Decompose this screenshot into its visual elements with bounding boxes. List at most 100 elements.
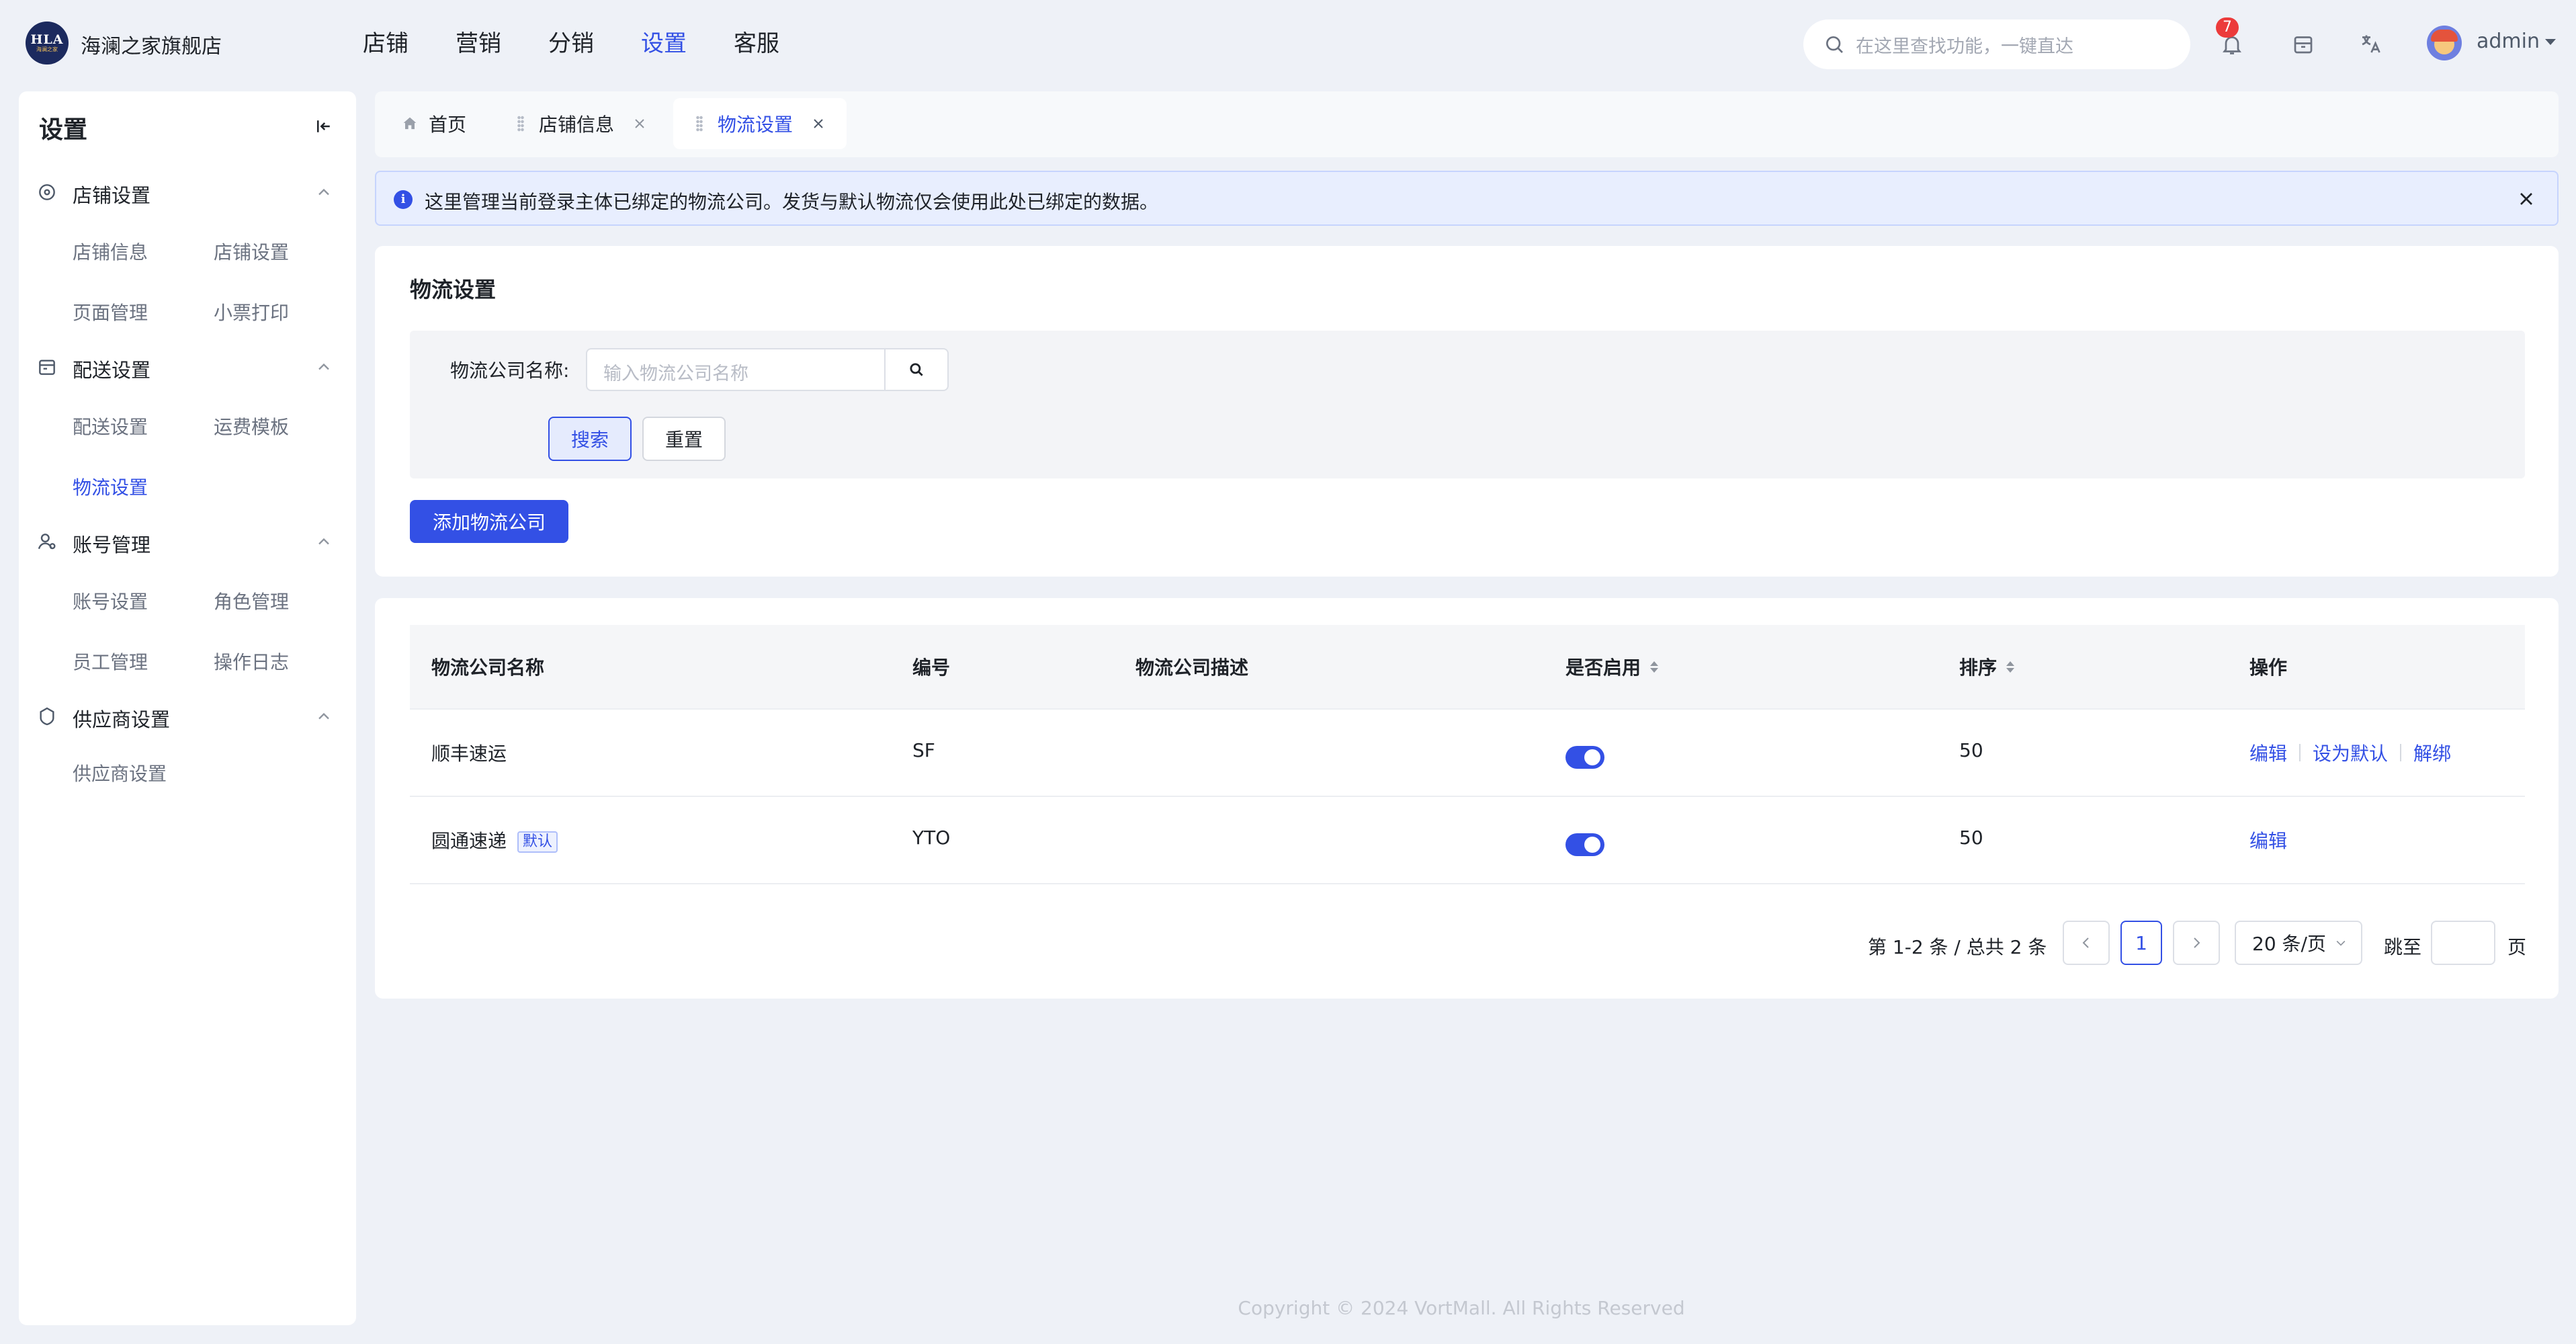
cell-code: YTO — [912, 827, 951, 849]
sidebar-item-freight-template[interactable]: 运费模板 — [214, 413, 289, 439]
chevron-down-icon — [2336, 940, 2346, 946]
filter-card: 物流设置 物流公司名称: 输入物流公司名称 搜索 重置 添加物流公司 — [375, 246, 2559, 577]
info-alert: i 这里管理当前登录主体已绑定的物流公司。发货与默认物流仅会使用此处已绑定的数据… — [375, 171, 2559, 226]
page-number-button[interactable]: 1 — [2120, 921, 2162, 965]
collapse-sidebar-icon[interactable] — [310, 113, 337, 140]
store-settings-icon — [39, 184, 55, 200]
page-size-select[interactable]: 20 条/页 — [2235, 921, 2362, 965]
user-icon — [38, 534, 56, 550]
reset-button[interactable]: 重置 — [642, 417, 726, 461]
footer-copyright: Copyright © 2024 VortMall. All Rights Re… — [1238, 1297, 1685, 1319]
menu-group-label: 供应商设置 — [73, 708, 171, 731]
sort-icon[interactable] — [1650, 661, 1659, 673]
drag-handle-icon[interactable] — [517, 116, 524, 132]
brand-logo[interactable]: HLA 海澜之家 — [26, 22, 69, 65]
menu-group-label: 账号管理 — [73, 534, 151, 556]
row-actions: 编辑 设为默认 解绑 — [2249, 739, 2451, 766]
column-header-desc: 物流公司描述 — [1135, 657, 1249, 679]
sidebar-item-store-info[interactable]: 店铺信息 — [73, 238, 148, 265]
nav-item-settings[interactable]: 设置 — [641, 27, 687, 60]
sidebar-item-receipt-print[interactable]: 小票打印 — [214, 298, 289, 325]
sidebar-item-page-manage[interactable]: 页面管理 — [73, 298, 148, 325]
sidebar-item-delivery-settings[interactable]: 配送设置 — [73, 413, 148, 439]
cell-company-name: 圆通速递 默认 — [431, 827, 558, 853]
chevron-up-icon — [318, 538, 329, 545]
sidebar-item-account-settings[interactable]: 账号设置 — [73, 587, 148, 614]
global-search-input[interactable]: 在这里查找功能，一键直达 — [1803, 19, 2190, 69]
edit-link[interactable]: 编辑 — [2249, 739, 2287, 766]
next-page-button[interactable] — [2173, 921, 2220, 965]
nav-item-service[interactable]: 客服 — [734, 27, 779, 60]
chevron-up-icon — [318, 188, 329, 196]
set-default-link[interactable]: 设为默认 — [2313, 739, 2388, 766]
input-search-button[interactable] — [884, 348, 949, 391]
tab-label: 物流设置 — [718, 114, 793, 136]
pagination-total: 第 1-2 条 / 总共 2 条 — [1868, 936, 2047, 958]
tab-store-info[interactable]: 店铺信息 — [495, 98, 671, 149]
sidebar-item-logistics-settings[interactable]: 物流设置 — [73, 473, 148, 500]
page-size-value: 20 条/页 — [2252, 933, 2326, 955]
translate-icon[interactable] — [2354, 28, 2387, 60]
tab-label: 店铺信息 — [539, 114, 615, 136]
menu-group-label: 配送设置 — [73, 359, 151, 382]
nav-item-distribution[interactable]: 分销 — [548, 27, 594, 60]
cell-sort: 50 — [1959, 739, 1983, 761]
search-icon — [910, 363, 923, 376]
enabled-toggle[interactable] — [1565, 746, 1604, 769]
jump-page-input[interactable] — [2431, 921, 2495, 965]
avatar[interactable] — [2427, 26, 2462, 60]
logo-subtext: 海澜之家 — [36, 46, 58, 52]
unbind-link[interactable]: 解绑 — [2413, 739, 2451, 766]
tab-home[interactable]: 首页 — [383, 98, 486, 149]
top-nav: 店铺 营销 分销 设置 客服 — [363, 27, 826, 60]
chevron-right-icon — [2194, 937, 2200, 948]
prev-page-button[interactable] — [2063, 921, 2110, 965]
caret-down-icon — [2545, 39, 2556, 45]
table-row: 顺丰速运 SF 50 编辑 设为默认 解绑 — [410, 710, 2525, 797]
delivery-icon — [39, 360, 55, 375]
notification-badge: 7 — [2216, 17, 2239, 38]
menu-group-delivery[interactable]: 配送设置 — [19, 347, 356, 387]
add-logistics-company-button[interactable]: 添加物流公司 — [410, 500, 568, 543]
column-header-sort[interactable]: 排序 — [1959, 653, 2015, 680]
nav-item-store[interactable]: 店铺 — [363, 27, 409, 60]
close-icon[interactable] — [632, 116, 648, 132]
sidebar-item-role-manage[interactable]: 角色管理 — [214, 587, 289, 614]
supplier-icon — [40, 707, 54, 726]
column-header-enabled[interactable]: 是否启用 — [1565, 653, 1659, 680]
info-icon: i — [394, 190, 413, 209]
alert-message: 这里管理当前登录主体已绑定的物流公司。发货与默认物流仅会使用此处已绑定的数据。 — [425, 191, 1159, 213]
logo-text: HLA — [30, 32, 64, 47]
close-icon[interactable] — [810, 116, 826, 132]
store-front-icon[interactable] — [2287, 28, 2319, 60]
drag-handle-icon[interactable] — [696, 116, 703, 132]
company-name-label: 物流公司名称: — [450, 360, 570, 382]
menu-group-supplier[interactable]: 供应商设置 — [19, 696, 356, 737]
menu-group-store[interactable]: 店铺设置 — [19, 172, 356, 212]
sidebar-item-operation-log[interactable]: 操作日志 — [214, 648, 289, 675]
sidebar: 设置 店铺设置 店铺信息 店铺设置 页面管理 小票打印 配送设置 配送设置 运费… — [19, 91, 356, 1325]
user-name: admin — [2477, 30, 2540, 53]
column-header-name: 物流公司名称 — [431, 657, 545, 679]
close-icon[interactable] — [2516, 188, 2537, 210]
sidebar-title: 设置 — [39, 116, 88, 144]
company-name-input[interactable]: 输入物流公司名称 — [586, 348, 886, 391]
menu-group-label: 店铺设置 — [73, 184, 151, 207]
user-menu[interactable]: admin — [2477, 30, 2556, 53]
menu-group-account[interactable]: 账号管理 — [19, 521, 356, 562]
search-button[interactable]: 搜索 — [548, 417, 632, 461]
tab-logistics-settings[interactable]: 物流设置 — [673, 98, 847, 149]
sort-icon[interactable] — [2006, 661, 2015, 673]
page-tabs: 首页 店铺信息 物流设置 — [375, 91, 2559, 157]
sidebar-item-store-settings[interactable]: 店铺设置 — [214, 238, 289, 265]
page-suffix: 页 — [2507, 936, 2527, 958]
enabled-toggle[interactable] — [1565, 833, 1604, 856]
home-icon — [403, 117, 417, 130]
jump-label: 跳至 — [2384, 936, 2422, 958]
search-placeholder: 在这里查找功能，一键直达 — [1856, 36, 2073, 57]
sidebar-item-supplier-settings[interactable]: 供应商设置 — [73, 759, 167, 786]
tab-label: 首页 — [429, 114, 467, 136]
nav-item-marketing[interactable]: 营销 — [456, 27, 501, 60]
sidebar-item-staff-manage[interactable]: 员工管理 — [73, 648, 148, 675]
edit-link[interactable]: 编辑 — [2249, 827, 2287, 853]
